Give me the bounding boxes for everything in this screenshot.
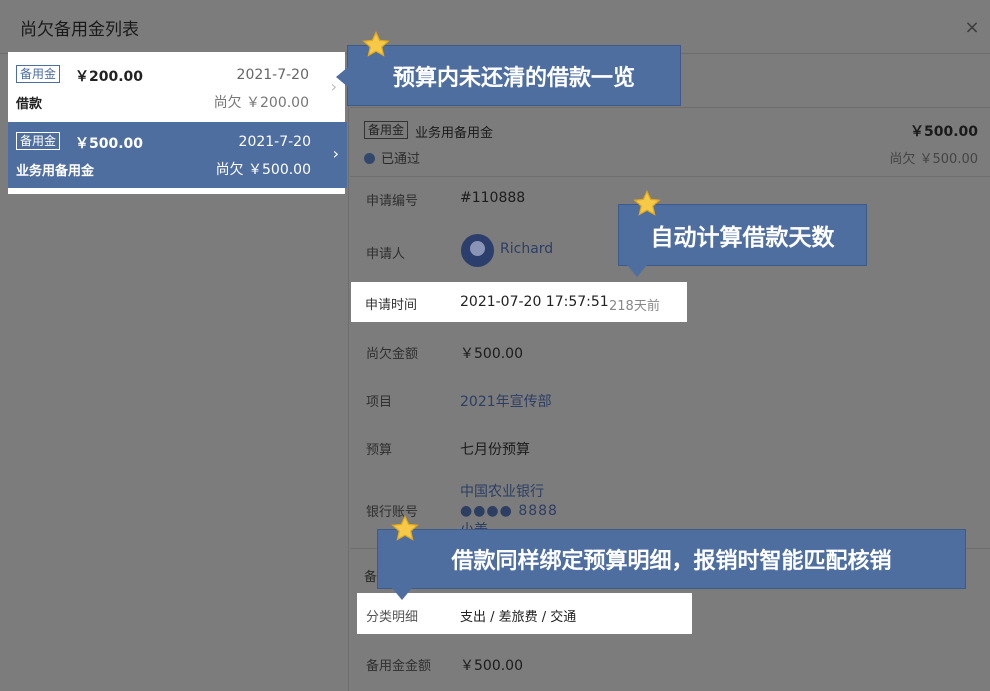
owe-amount-value: ￥500.00 (460, 346, 523, 362)
owe-amount-label: 尚欠金额 (366, 347, 419, 362)
callout-loan-list: 预算内未还清的借款一览 (336, 45, 681, 106)
chevron-right-icon: › (332, 144, 339, 163)
days-ago: 218天前 (609, 299, 660, 314)
star-icon (632, 189, 662, 219)
apply-time-row: 申请时间 2021-07-20 17:57:51 218天前 (351, 282, 687, 322)
project-label: 项目 (366, 395, 393, 410)
status-text: 已通过 (381, 152, 421, 167)
applicant-name[interactable]: Richard (500, 241, 553, 257)
category-label: 分类明细 (366, 610, 419, 625)
status-badge: 已通过 (364, 148, 420, 167)
category-value: 支出 / 差旅费 / 交通 (460, 610, 577, 625)
applicant-label: 申请人 (366, 247, 406, 262)
budget-value: 七月份预算 (460, 442, 530, 458)
reserve-amount-value: ￥500.00 (460, 658, 523, 674)
detail-owe: 尚欠 ￥500.00 (889, 152, 978, 167)
list-item-date: 2021-7-20 (236, 67, 309, 83)
list-item-selected[interactable]: 备用金 ￥500.00 2021-7-20 业务用备用金 尚欠 ￥500.00 … (8, 122, 347, 188)
list-item-owe: 尚欠 ￥200.00 (213, 95, 309, 111)
callout-text: 预算内未还清的借款一览 (392, 65, 635, 91)
list-item-owe: 尚欠 ￥500.00 (215, 162, 311, 178)
modal-title: 尚欠备用金列表 (20, 20, 139, 40)
list-item-date: 2021-7-20 (238, 134, 311, 150)
detail-summary: 备用金 业务用备用金 ￥500.00 已通过 尚欠 ￥500.00 (350, 109, 990, 177)
check-icon (364, 153, 375, 164)
callout-budget: 借款同样绑定预算明细，报销时智能匹配核销 (377, 529, 966, 600)
project-link[interactable]: 2021年宣传部 (460, 391, 552, 411)
apply-time-label: 申请时间 (365, 298, 418, 313)
list-item[interactable]: 备用金 ￥200.00 2021-7-20 借款 尚欠 ￥200.00 › (8, 55, 345, 121)
detail-amount: ￥500.00 (909, 124, 978, 140)
list-item-amount: ￥500.00 (75, 136, 144, 152)
list-item-tag: 备用金 (16, 132, 61, 150)
reserve-amount-label: 备用金金额 (366, 659, 432, 674)
callout-text: 借款同样绑定预算明细，报销时智能匹配核销 (451, 549, 892, 574)
detail-tag: 备用金 (364, 121, 409, 139)
list-item-name: 借款 (16, 97, 43, 112)
section-title-peek: 备 (364, 570, 378, 585)
star-icon (390, 514, 420, 544)
detail-name: 业务用备用金 (415, 126, 494, 141)
close-icon[interactable]: × (962, 17, 982, 38)
list-item-name: 业务用备用金 (16, 164, 95, 179)
avatar (461, 234, 494, 267)
bank-account: ●●●● 8888 (460, 503, 558, 519)
apply-time-value: 2021-07-20 17:57:51 (460, 294, 609, 310)
list-item-tag: 备用金 (16, 65, 61, 83)
apply-no-label: 申请编号 (366, 194, 419, 209)
list-item-amount: ￥200.00 (75, 69, 144, 85)
apply-no-value: #110888 (460, 190, 526, 206)
loan-list: 备用金 ￥200.00 2021-7-20 借款 尚欠 ￥200.00 › 备用… (8, 52, 347, 194)
bank-name: 中国农业银行 (460, 484, 544, 500)
star-icon (361, 30, 391, 60)
budget-label: 预算 (366, 443, 393, 458)
